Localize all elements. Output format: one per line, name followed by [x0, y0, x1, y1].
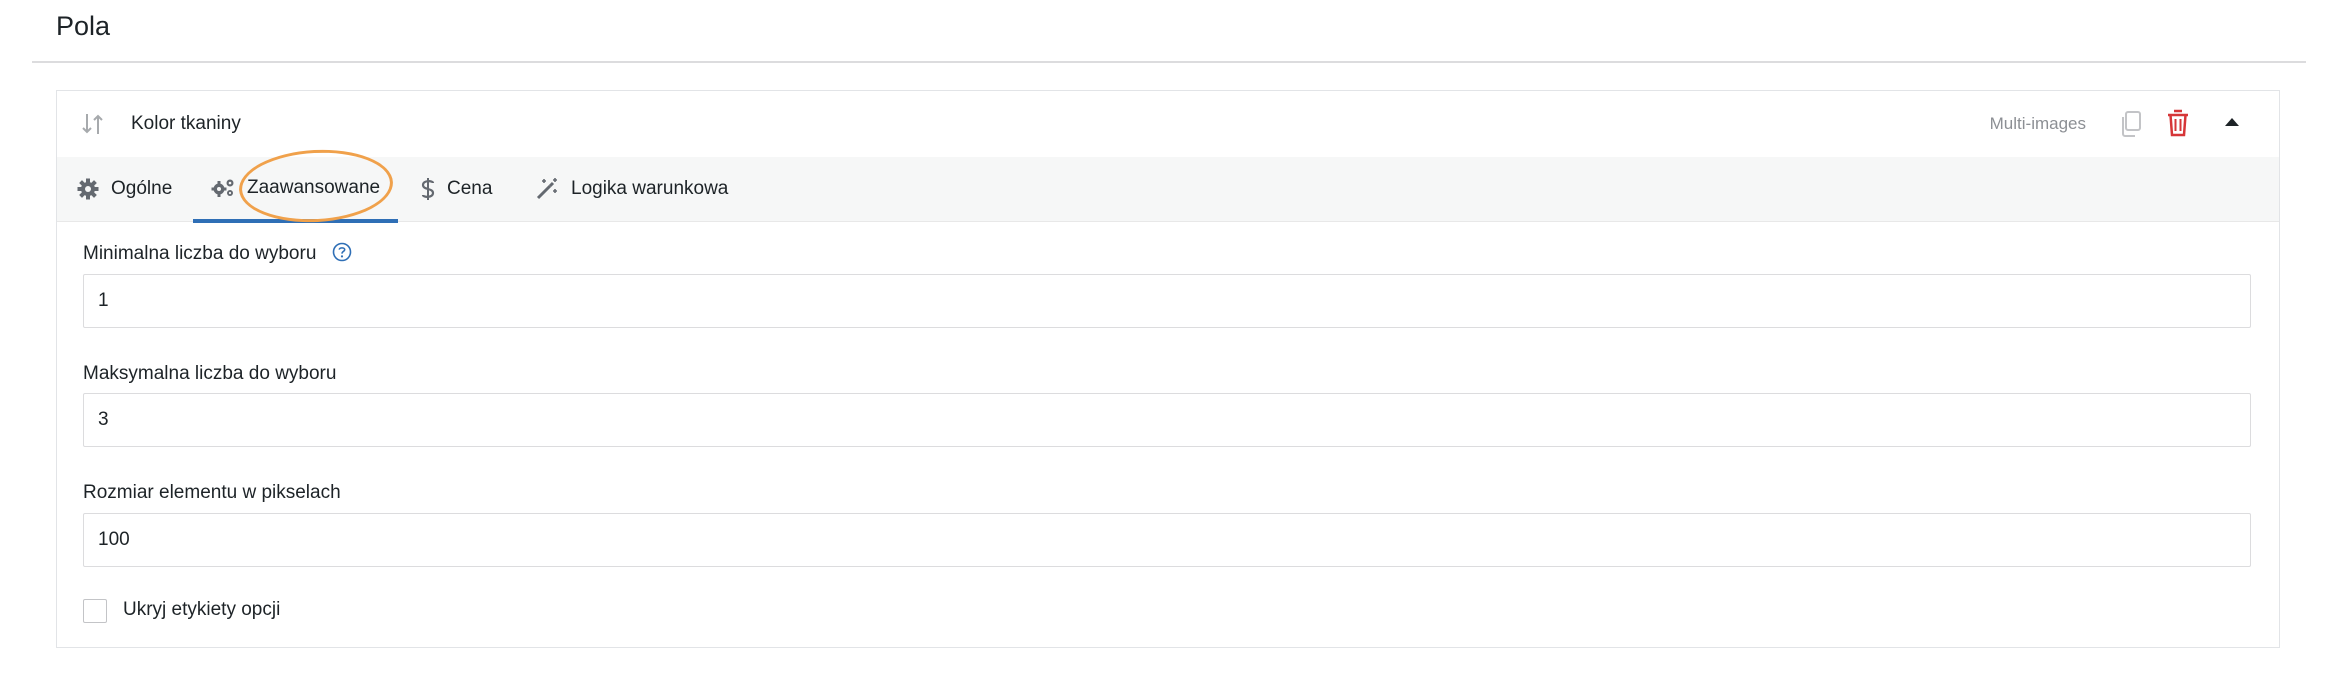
field-card: Kolor tkaniny Multi-images Ogólne Zaawan…: [56, 90, 2280, 648]
element-size-input[interactable]: [83, 513, 2251, 567]
max-selection-input[interactable]: [83, 393, 2251, 447]
tab-advanced[interactable]: Zaawansowane: [193, 157, 399, 223]
help-icon[interactable]: [332, 242, 352, 270]
tab-bar: Ogólne Zaawansowane Cena Logika warunkow…: [57, 157, 2279, 223]
max-selection-label: Maksymalna liczba do wyboru: [83, 363, 337, 384]
trash-icon[interactable]: [2166, 108, 2190, 138]
tab-price-label: Cena: [447, 178, 493, 199]
sort-icon[interactable]: [81, 111, 105, 137]
hide-option-labels-checkbox[interactable]: [83, 599, 107, 623]
tab-conditional-logic-label: Logika warunkowa: [571, 178, 729, 199]
magic-wand-icon: [535, 177, 559, 201]
gear-icon: [77, 178, 99, 200]
field-card-header: Kolor tkaniny Multi-images: [57, 91, 2279, 158]
min-selection-label: Minimalna liczba do wyboru: [83, 241, 352, 270]
section-divider: [32, 61, 2306, 63]
dollar-icon: [421, 177, 435, 201]
tab-conditional-logic[interactable]: Logika warunkowa: [535, 157, 728, 221]
tab-general[interactable]: Ogólne: [77, 157, 172, 221]
tab-price[interactable]: Cena: [421, 157, 492, 221]
field-type-label: Multi-images: [1989, 114, 2086, 133]
element-size-label: Rozmiar elementu w pikselach: [83, 482, 341, 503]
section-title: Pola: [56, 11, 111, 41]
min-selection-label-text: Minimalna liczba do wyboru: [83, 243, 317, 264]
tab-general-label: Ogólne: [111, 178, 173, 199]
hide-option-labels-label[interactable]: Ukryj etykiety opcji: [123, 597, 280, 623]
caret-up-icon[interactable]: [2223, 115, 2241, 129]
tab-advanced-label: Zaawansowane: [247, 177, 381, 198]
gears-icon: [211, 178, 235, 198]
copy-icon[interactable]: [2119, 110, 2143, 138]
min-selection-input[interactable]: [83, 274, 2251, 328]
field-name: Kolor tkaniny: [131, 113, 241, 134]
